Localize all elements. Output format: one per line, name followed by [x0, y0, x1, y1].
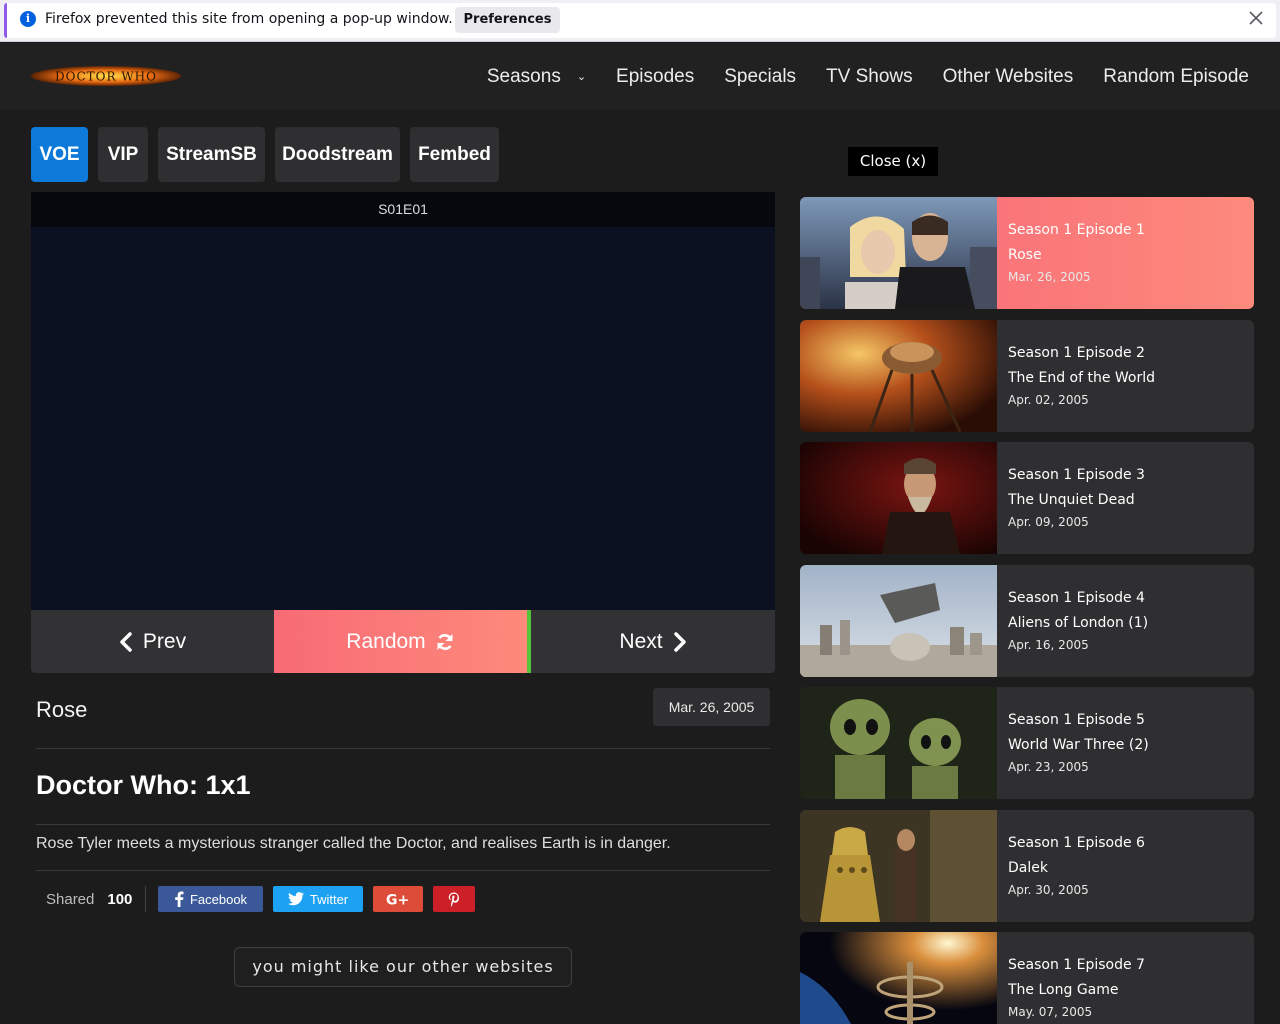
episode-thumbnail	[800, 687, 997, 799]
episode-date: Apr. 16, 2005	[1008, 638, 1089, 652]
episode-name: Aliens of London (1)	[1008, 615, 1149, 631]
episode-date-badge: Mar. 26, 2005	[653, 688, 770, 726]
episode-card-1[interactable]: Season 1 Episode 1 Rose Mar. 26, 2005	[800, 197, 1254, 309]
nav-seasons[interactable]: Seasons ⌄	[487, 66, 586, 88]
episode-season-number: Season 1 Episode 7	[1008, 957, 1145, 973]
close-icon[interactable]	[1248, 10, 1264, 26]
episode-season-number: Season 1 Episode 3	[1008, 467, 1145, 483]
google-plus-icon: G+	[386, 893, 409, 907]
next-button[interactable]: Next	[531, 610, 775, 673]
share-separator	[145, 886, 147, 912]
episode-season-number: Season 1 Episode 1	[1008, 222, 1145, 238]
server-tab-doodstream[interactable]: Doodstream	[275, 127, 400, 182]
chevron-right-icon	[673, 631, 686, 652]
nav-other-websites[interactable]: Other Websites	[943, 66, 1074, 88]
server-tab-fembed[interactable]: Fembed	[410, 127, 499, 182]
episode-synopsis: Rose Tyler meets a mysterious stranger c…	[36, 835, 671, 852]
facebook-label: Facebook	[189, 891, 248, 907]
prev-label: Prev	[142, 629, 187, 653]
episode-card-2[interactable]: Season 1 Episode 2 The End of the World …	[800, 320, 1254, 432]
prev-button[interactable]: Prev	[31, 610, 274, 673]
chevron-left-icon	[120, 631, 132, 652]
divider	[36, 824, 770, 825]
share-counter: Shared 100	[36, 886, 147, 912]
nav-specials[interactable]: Specials	[724, 66, 796, 88]
episode-title: Rose	[36, 697, 88, 722]
chevron-down-icon: ⌄	[576, 71, 587, 83]
server-tab-streamsb[interactable]: StreamSB	[158, 127, 265, 182]
other-websites-button[interactable]: you might like our other websites	[234, 947, 572, 987]
episode-thumbnail	[800, 565, 997, 677]
episode-thumbnail	[800, 932, 997, 1024]
episode-name: Rose	[1008, 247, 1042, 263]
next-label: Next	[619, 629, 663, 653]
show-heading: Doctor Who: 1x1	[36, 770, 251, 800]
popup-blocked-notification: i Firefox prevented this site from openi…	[0, 0, 1280, 42]
episode-season-number: Season 1 Episode 6	[1008, 835, 1145, 851]
google-plus-share-button[interactable]: G+	[373, 886, 423, 912]
refresh-icon	[437, 633, 453, 650]
random-button[interactable]: Random	[274, 610, 531, 673]
notification-bar: i Firefox prevented this site from openi…	[4, 3, 1276, 38]
sidebar-close-button[interactable]: Close (x)	[848, 147, 938, 176]
main-nav: Seasons ⌄ Episodes Specials TV Shows Oth…	[457, 43, 1249, 110]
svg-text:G+: G+	[386, 893, 409, 907]
episode-card-4[interactable]: Season 1 Episode 4 Aliens of London (1) …	[800, 565, 1254, 677]
twitter-icon	[287, 892, 304, 906]
nav-random-episode[interactable]: Random Episode	[1103, 66, 1249, 88]
episode-thumbnail	[800, 442, 997, 554]
site-header: DOCTOR WHO Seasons ⌄ Episodes Specials T…	[0, 43, 1280, 110]
facebook-share-button[interactable]: Facebook	[158, 886, 263, 912]
pinterest-icon	[448, 892, 459, 907]
random-label: Random	[346, 629, 426, 653]
episode-card-7[interactable]: Season 1 Episode 7 The Long Game May. 07…	[800, 932, 1254, 1024]
server-tab-voe[interactable]: VOE	[31, 127, 88, 182]
episode-date: Apr. 30, 2005	[1008, 883, 1089, 897]
notification-text: Firefox prevented this site from opening…	[45, 11, 453, 27]
player-episode-code: S01E01	[31, 192, 775, 227]
episode-name: The Unquiet Dead	[1008, 492, 1135, 508]
facebook-icon	[175, 891, 184, 907]
nav-episodes[interactable]: Episodes	[616, 66, 694, 88]
shared-label: Shared	[46, 890, 95, 908]
server-tab-vip[interactable]: VIP	[98, 127, 148, 182]
episode-season-number: Season 1 Episode 2	[1008, 345, 1145, 361]
info-icon: i	[20, 11, 36, 27]
episode-season-number: Season 1 Episode 4	[1008, 590, 1145, 606]
nav-seasons-label: Seasons	[486, 65, 561, 87]
episode-card-5[interactable]: Season 1 Episode 5 World War Three (2) A…	[800, 687, 1254, 799]
divider	[36, 870, 770, 871]
logo-text: DOCTOR WHO	[55, 70, 157, 84]
episode-date: Apr. 02, 2005	[1008, 393, 1089, 407]
twitter-label: Twitter	[309, 891, 349, 907]
episode-name: The End of the World	[1008, 370, 1156, 386]
episode-date: Apr. 09, 2005	[1008, 515, 1089, 529]
nav-tv-shows[interactable]: TV Shows	[826, 66, 913, 88]
divider	[36, 748, 770, 749]
preferences-button[interactable]: Preferences	[455, 7, 560, 33]
episode-card-6[interactable]: Season 1 Episode 6 Dalek Apr. 30, 2005	[800, 810, 1254, 922]
episode-date: Apr. 23, 2005	[1008, 760, 1089, 774]
episode-name: Dalek	[1008, 860, 1048, 876]
episode-name: World War Three (2)	[1008, 737, 1149, 753]
site-logo[interactable]: DOCTOR WHO	[30, 64, 182, 88]
episode-date: May. 07, 2005	[1008, 1005, 1093, 1019]
episode-date: Mar. 26, 2005	[1008, 270, 1091, 284]
episode-thumbnail	[800, 320, 997, 432]
video-player[interactable]: S01E01	[31, 192, 775, 610]
pinterest-share-button[interactable]	[433, 886, 475, 912]
shared-count: 100	[107, 890, 133, 908]
episode-card-3[interactable]: Season 1 Episode 3 The Unquiet Dead Apr.…	[800, 442, 1254, 554]
episode-thumbnail	[800, 810, 997, 922]
twitter-share-button[interactable]: Twitter	[273, 886, 363, 912]
episode-season-number: Season 1 Episode 5	[1008, 712, 1145, 728]
episode-thumbnail	[800, 197, 997, 309]
episode-name: The Long Game	[1008, 982, 1119, 998]
